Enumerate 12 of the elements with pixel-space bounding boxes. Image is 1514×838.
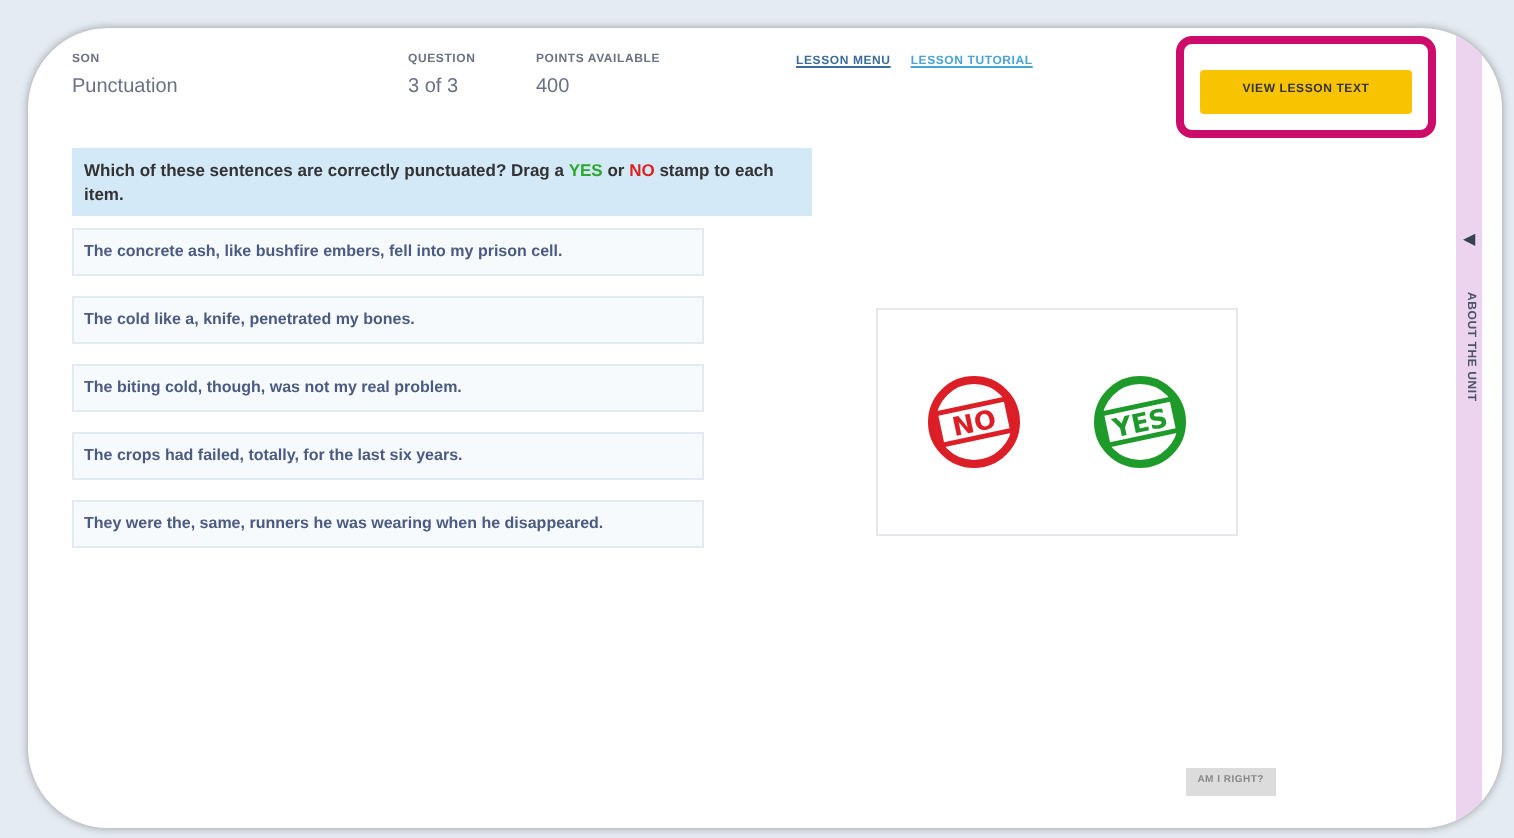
sentence-item[interactable]: The concrete ash, like bushfire embers, fell into my prison cell. xyxy=(72,228,704,276)
sentence-item[interactable]: The cold like a, knife, penetrated my bones. xyxy=(72,296,704,344)
question-count: 3 of 3 xyxy=(408,74,461,102)
sentence-item[interactable]: The crops had failed, totally, for the last six years. xyxy=(72,432,704,480)
stamp[interactable]: NO xyxy=(925,374,1022,470)
instruction-text: Which of these sentences are correctly punctuated? Drag a YES or NO stamp to each item. xyxy=(72,148,812,216)
lesson-name: Punctuation xyxy=(72,74,180,102)
stamp[interactable]: YES xyxy=(1092,374,1189,470)
sentence-item[interactable]: They were the, same, runners he was wearing when he disappeared. xyxy=(72,500,704,548)
sentence-item[interactable]: The biting cold, though, was not my real problem. xyxy=(72,364,704,412)
arrow-icon[interactable]: ◀ xyxy=(1463,228,1475,252)
points-value: 400 xyxy=(536,74,572,102)
